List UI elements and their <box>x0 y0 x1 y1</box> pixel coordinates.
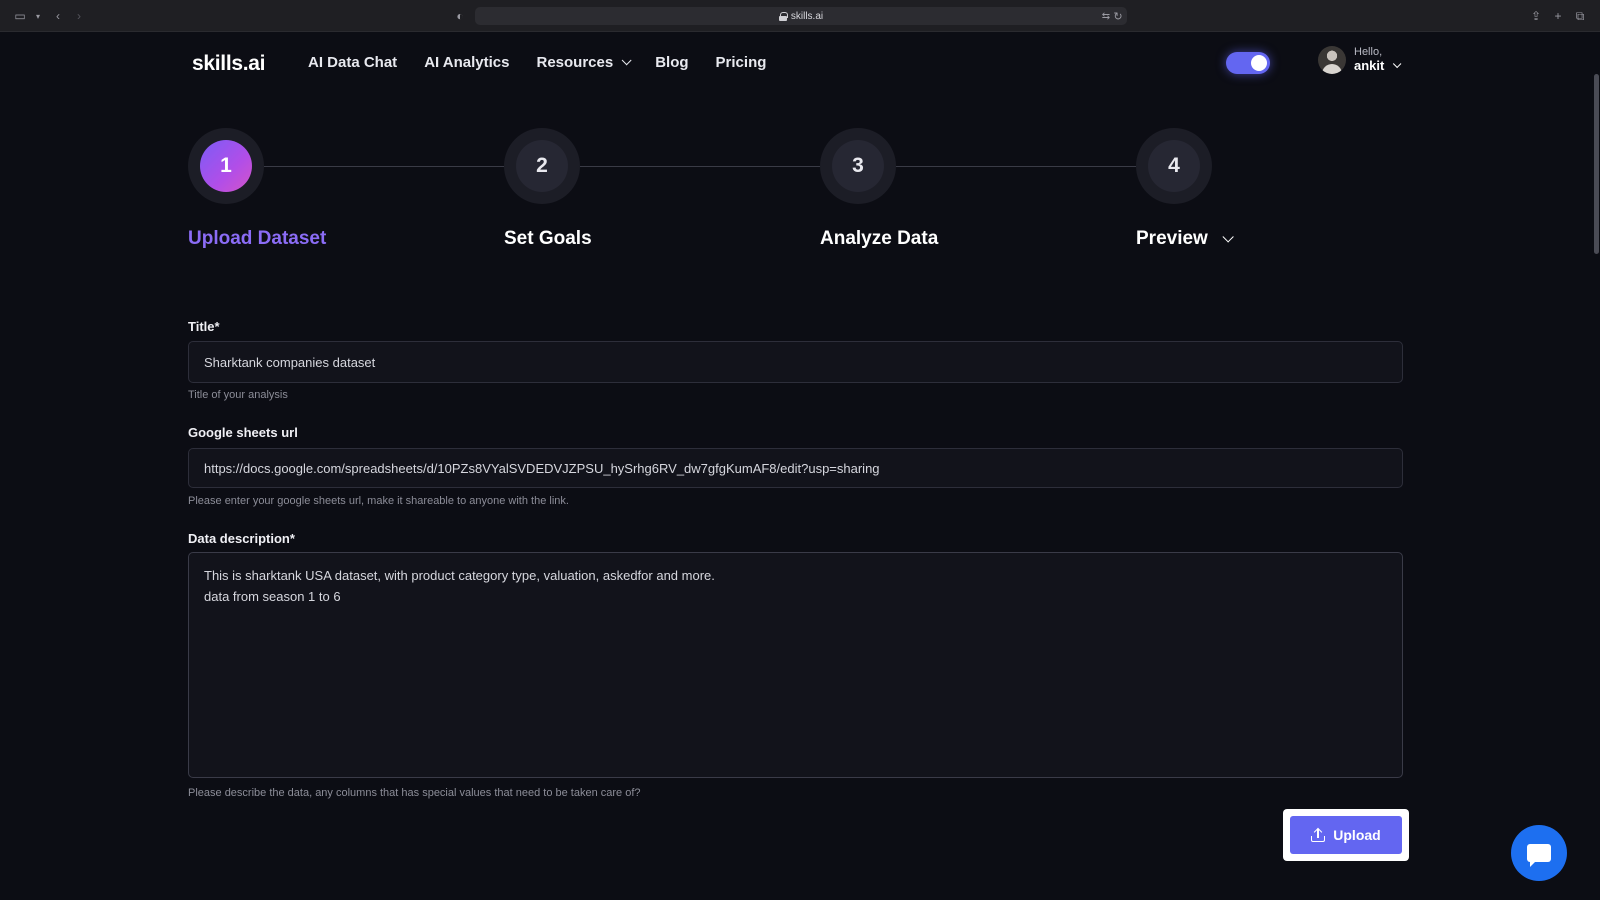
logo[interactable]: skills.ai <box>192 52 266 76</box>
page-scrollbar[interactable] <box>1592 32 1600 900</box>
user-greeting: Hello, <box>1354 46 1383 59</box>
step-4-circle[interactable]: 4 <box>1136 128 1212 204</box>
sidebar-toggle-icon[interactable]: ▭ <box>12 8 28 24</box>
step-2-circle[interactable]: 2 <box>504 128 580 204</box>
upload-button-focus-ring: Upload <box>1283 809 1409 861</box>
chevron-down-icon <box>1393 59 1402 69</box>
step-3-circle[interactable]: 3 <box>820 128 896 204</box>
step-3-number: 3 <box>832 140 884 192</box>
tabs-overview-icon[interactable]: ⧉ <box>1572 8 1588 24</box>
upload-icon <box>1311 827 1326 842</box>
user-name-row: ankit <box>1354 57 1402 74</box>
reload-icon[interactable]: ↻ <box>1110 8 1126 24</box>
theme-toggle[interactable] <box>1226 52 1270 74</box>
lock-icon <box>778 11 788 21</box>
share-icon[interactable]: ⇪ <box>1528 8 1544 24</box>
step-connector <box>896 166 1136 167</box>
nav-blog[interactable]: Blog <box>655 54 688 71</box>
step-1-circle[interactable]: 1 <box>188 128 264 204</box>
scrollbar-thumb[interactable] <box>1594 74 1599 254</box>
step-4-label-text: Preview <box>1136 228 1208 249</box>
privacy-shield-icon[interactable]: ◐ <box>452 8 468 24</box>
address-url: skills.ai <box>790 10 824 22</box>
upload-button[interactable]: Upload <box>1290 816 1402 854</box>
user-menu[interactable]: Hello, ankit <box>1318 46 1402 74</box>
step-4-label[interactable]: Preview <box>1136 228 1234 250</box>
forward-icon[interactable]: › <box>71 8 87 24</box>
description-help: Please describe the data, any columns th… <box>188 787 641 799</box>
step-3-label[interactable]: Analyze Data <box>820 228 938 250</box>
chevron-down-icon <box>621 55 632 66</box>
avatar <box>1318 46 1346 74</box>
user-name: ankit <box>1354 57 1385 73</box>
nav-ai-data-chat[interactable]: AI Data Chat <box>308 54 397 71</box>
nav-ai-analytics[interactable]: AI Analytics <box>424 54 509 71</box>
step-connector <box>264 166 504 167</box>
sheets-url-help: Please enter your google sheets url, mak… <box>188 495 569 507</box>
nav-resources-label: Resources <box>536 54 614 71</box>
browser-toolbar: ▭ ▾ ‹ › ◐ skills.ai ⇆ ↻ ⇪ + ⧉ <box>0 0 1600 32</box>
sheets-url-input[interactable]: https://docs.google.com/spreadsheets/d/1… <box>188 448 1403 488</box>
nav-pricing[interactable]: Pricing <box>716 54 767 71</box>
step-2-label[interactable]: Set Goals <box>504 228 592 250</box>
chat-widget-button[interactable] <box>1511 825 1567 881</box>
step-1-label[interactable]: Upload Dataset <box>188 228 326 250</box>
new-tab-icon[interactable]: + <box>1550 8 1566 24</box>
chevron-down-icon[interactable]: ▾ <box>30 8 46 24</box>
step-2-number: 2 <box>516 140 568 192</box>
nav-resources[interactable]: Resources <box>536 54 632 71</box>
title-help: Title of your analysis <box>188 389 288 401</box>
step-4-number: 4 <box>1148 140 1200 192</box>
sheets-url-label: Google sheets url <box>188 425 298 440</box>
chat-bubble-icon <box>1527 844 1551 867</box>
title-input[interactable]: Sharktank companies dataset <box>188 341 1403 383</box>
address-bar[interactable]: skills.ai <box>475 7 1127 25</box>
toggle-knob <box>1251 55 1267 71</box>
upload-button-label: Upload <box>1333 827 1381 843</box>
chevron-down-icon <box>1222 231 1234 243</box>
main-nav: AI Data Chat AI Analytics Resources Blog… <box>308 54 766 71</box>
description-label: Data description* <box>188 531 295 546</box>
step-connector <box>580 166 820 167</box>
description-textarea[interactable]: This is sharktank USA dataset, with prod… <box>188 552 1403 778</box>
back-icon[interactable]: ‹ <box>50 8 66 24</box>
title-label: Title* <box>188 319 220 334</box>
step-1-number: 1 <box>200 140 252 192</box>
